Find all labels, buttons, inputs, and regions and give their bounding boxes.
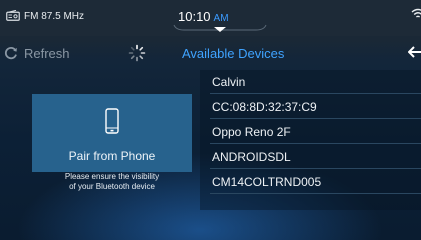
spinner-icon (128, 44, 146, 62)
device-name: CM14COLTRND005 (212, 175, 322, 189)
phone-icon (105, 108, 119, 134)
device-item[interactable]: ANDROIDSDL (200, 145, 421, 169)
refresh-label: Refresh (24, 46, 70, 61)
toolbar: Refresh Available Devices (0, 36, 421, 70)
visibility-hint-line-1: Please ensure the visibility (64, 172, 160, 181)
device-list: Calvin CC:08:8D:32:37:C9 Oppo Reno 2F AN… (200, 70, 421, 210)
device-name: Calvin (212, 75, 246, 89)
divider (210, 118, 421, 119)
radio-icon (6, 10, 20, 21)
device-item[interactable]: CC:08:8D:32:37:C9 (200, 95, 421, 119)
refresh-icon (4, 47, 17, 60)
pair-from-phone-button[interactable]: Pair from Phone (32, 94, 192, 172)
status-bar: FM 87.5 MHz 10:10 AM (0, 0, 421, 36)
pair-from-phone-label: Pair from Phone (68, 149, 156, 163)
available-devices-title: Available Devices (182, 46, 285, 61)
wifi-icon (411, 8, 421, 18)
divider (210, 143, 421, 144)
bluetooth-screen: FM 87.5 MHz 10:10 AM Refresh Available D… (0, 0, 421, 240)
device-name: CC:08:8D:32:37:C9 (212, 100, 317, 114)
device-name: Oppo Reno 2F (212, 125, 291, 139)
device-item[interactable]: CM14COLTRND005 (200, 170, 421, 194)
divider (210, 193, 421, 194)
refresh-button[interactable]: Refresh (0, 36, 110, 70)
device-item[interactable]: Calvin (200, 70, 421, 94)
divider (210, 168, 421, 169)
dropdown-notch-icon[interactable] (172, 22, 268, 34)
radio-station-label: FM 87.5 MHz (24, 11, 85, 22)
device-item[interactable]: Oppo Reno 2F (200, 120, 421, 144)
visibility-hint-line-2: of your Bluetooth device (69, 182, 155, 191)
device-name: ANDROIDSDL (212, 150, 291, 164)
back-arrow-icon[interactable] (408, 46, 421, 58)
divider (210, 93, 421, 94)
visibility-hint: Please ensure the visibility of your Blu… (32, 172, 192, 192)
